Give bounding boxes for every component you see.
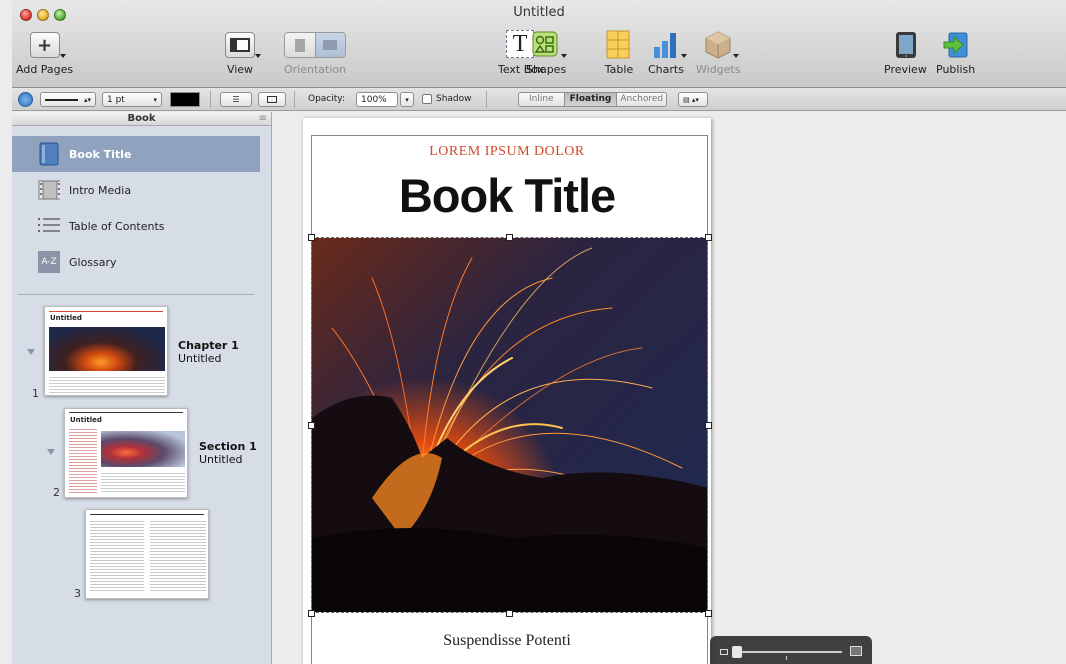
view-icon — [225, 30, 261, 60]
selection-handle[interactable] — [506, 234, 513, 241]
table-icon — [604, 30, 634, 60]
opacity-field[interactable]: 100% — [356, 92, 398, 107]
sidebar-header: Book ≡ — [12, 112, 271, 126]
orientation-button[interactable]: Orientation — [284, 30, 346, 76]
selection-handle[interactable] — [705, 610, 712, 617]
document-page[interactable]: LOREM IPSUM DOLOR Book Title Suspendisse… — [303, 118, 712, 664]
wrap-segmented-control: Inline Floating Anchored — [518, 92, 668, 107]
app-window: Untitled + Add Pages View Orientation T … — [12, 0, 1066, 664]
chapter-label[interactable]: Chapter 1 Untitled — [178, 339, 239, 365]
sidebar-item-book-title[interactable]: Book Title — [12, 136, 260, 172]
sidebar-divider — [18, 294, 254, 295]
book-icon — [38, 142, 60, 166]
charts-button[interactable]: Charts — [648, 30, 687, 76]
sidebar-item-table-of-contents[interactable]: Table of Contents — [12, 208, 260, 244]
sidebar-item-intro-media[interactable]: Intro Media — [12, 172, 260, 208]
format-bar: ▴▾ 1 pt ▾ ☰ Opacity: 100% ▾ Shadow Inline… — [12, 88, 1066, 111]
shapes-button[interactable]: Shapes — [526, 30, 568, 76]
book-title-text[interactable]: Book Title — [303, 168, 711, 223]
cover-image[interactable] — [311, 237, 708, 613]
sidebar-item-glossary[interactable]: A-Z Glossary — [12, 244, 260, 280]
page-thumbnail[interactable]: Untitled — [44, 306, 168, 396]
film-icon — [38, 179, 60, 201]
selection-handle[interactable] — [308, 422, 315, 429]
wrap-floating[interactable]: Floating — [563, 93, 617, 106]
inspector-toggle-icon[interactable] — [18, 92, 33, 107]
publish-button[interactable]: Publish — [936, 30, 975, 76]
sidebar-resize-handle[interactable]: ≡ — [259, 112, 267, 125]
shapes-icon — [531, 30, 568, 60]
selection-handle[interactable] — [308, 610, 315, 617]
canvas: LOREM IPSUM DOLOR Book Title Suspendisse… — [273, 112, 1066, 664]
selection-handle[interactable] — [308, 234, 315, 241]
disclosure-triangle-icon[interactable] — [27, 349, 35, 355]
stroke-width-select[interactable]: 1 pt ▾ — [102, 92, 162, 107]
orientation-icon — [284, 30, 347, 60]
charts-icon — [651, 30, 687, 60]
large-image-icon — [850, 646, 862, 656]
publish-icon — [941, 30, 971, 60]
book-sidebar: Book ≡ Book Title Intro Media Table of Co… — [12, 112, 272, 664]
wrap-anchored[interactable]: Anchored — [616, 93, 667, 106]
view-button[interactable]: View — [225, 30, 261, 76]
zoom-slider-thumb[interactable] — [732, 646, 742, 658]
ipad-icon — [890, 30, 920, 60]
page-thumbnail[interactable] — [85, 509, 209, 599]
preview-button[interactable]: Preview — [884, 30, 927, 76]
section-label[interactable]: Section 1 Untitled — [199, 440, 257, 466]
list-icon — [38, 215, 60, 237]
widgets-icon — [703, 30, 740, 60]
glossary-icon: A-Z — [38, 251, 60, 273]
border-button[interactable] — [258, 92, 286, 107]
zoom-slider-track[interactable] — [734, 651, 842, 653]
widgets-button[interactable]: Widgets — [696, 30, 740, 76]
small-image-icon — [720, 649, 728, 655]
disclosure-triangle-icon[interactable] — [47, 449, 55, 455]
subtitle-text[interactable]: Suspendisse Potenti — [303, 632, 711, 650]
toolbar: Untitled + Add Pages View Orientation T … — [12, 0, 1066, 88]
table-button[interactable]: Table — [604, 30, 634, 76]
add-pages-button[interactable]: + Add Pages — [16, 30, 73, 76]
wrap-options-select[interactable]: ▤ ▴▾ — [678, 92, 708, 107]
align-button[interactable]: ☰ — [220, 92, 252, 107]
opacity-dropdown[interactable]: ▾ — [400, 92, 414, 107]
kicker-text[interactable]: LOREM IPSUM DOLOR — [303, 144, 711, 160]
window-title: Untitled — [513, 5, 565, 20]
wrap-inline[interactable]: Inline — [519, 93, 564, 106]
stroke-style-select[interactable]: ▴▾ — [40, 92, 96, 107]
selection-handle[interactable] — [506, 610, 513, 617]
selection-handle[interactable] — [705, 234, 712, 241]
add-pages-icon: + — [29, 30, 66, 60]
page-thumbnail[interactable]: Untitled — [64, 408, 188, 498]
selection-handle[interactable] — [705, 422, 712, 429]
image-zoom-hud — [710, 636, 872, 664]
zoom-slider-tick — [786, 656, 787, 660]
shadow-checkbox[interactable] — [422, 94, 432, 104]
fill-color-well[interactable] — [170, 92, 200, 107]
